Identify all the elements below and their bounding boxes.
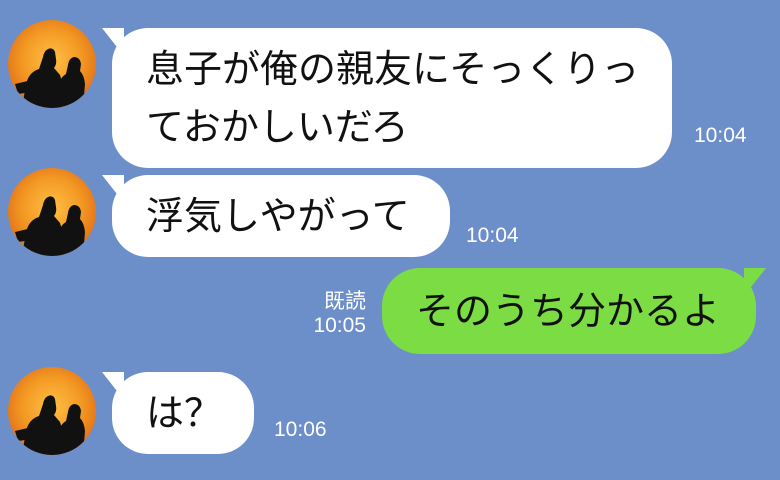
incoming-message-bubble[interactable]: は？ (102, 372, 254, 454)
message-text-line: 息子が俺の親友にそっくりっ (146, 47, 640, 91)
message-text-line: ておかしいだろ (146, 105, 409, 149)
sender-avatar-icon[interactable] (8, 20, 96, 108)
message-timestamp: 10:04 (466, 224, 519, 247)
message-text-line: そのうち分かるよ (416, 289, 721, 333)
message-timestamp: 10:05 (313, 314, 366, 337)
sender-avatar-icon[interactable] (8, 367, 96, 455)
incoming-message-bubble[interactable]: 息子が俺の親友にそっくりっ ておかしいだろ (102, 28, 672, 168)
read-receipt: 既読 10:05 (292, 290, 366, 338)
message-timestamp: 10:04 (694, 124, 747, 147)
sender-avatar-icon[interactable] (8, 168, 96, 256)
message-text-line: 浮気しやがって (146, 194, 410, 238)
incoming-message-bubble[interactable]: 浮気しやがって (102, 175, 450, 257)
message-timestamp: 10:06 (274, 418, 327, 441)
read-label: 既読 (324, 290, 366, 313)
outgoing-message-bubble[interactable]: そのうち分かるよ (382, 268, 766, 354)
chat-thread: 息子が俺の親友にそっくりっ ておかしいだろ 10:04 浮気しやがって 10:0… (0, 0, 780, 480)
message-text-line: は？ (146, 391, 223, 435)
